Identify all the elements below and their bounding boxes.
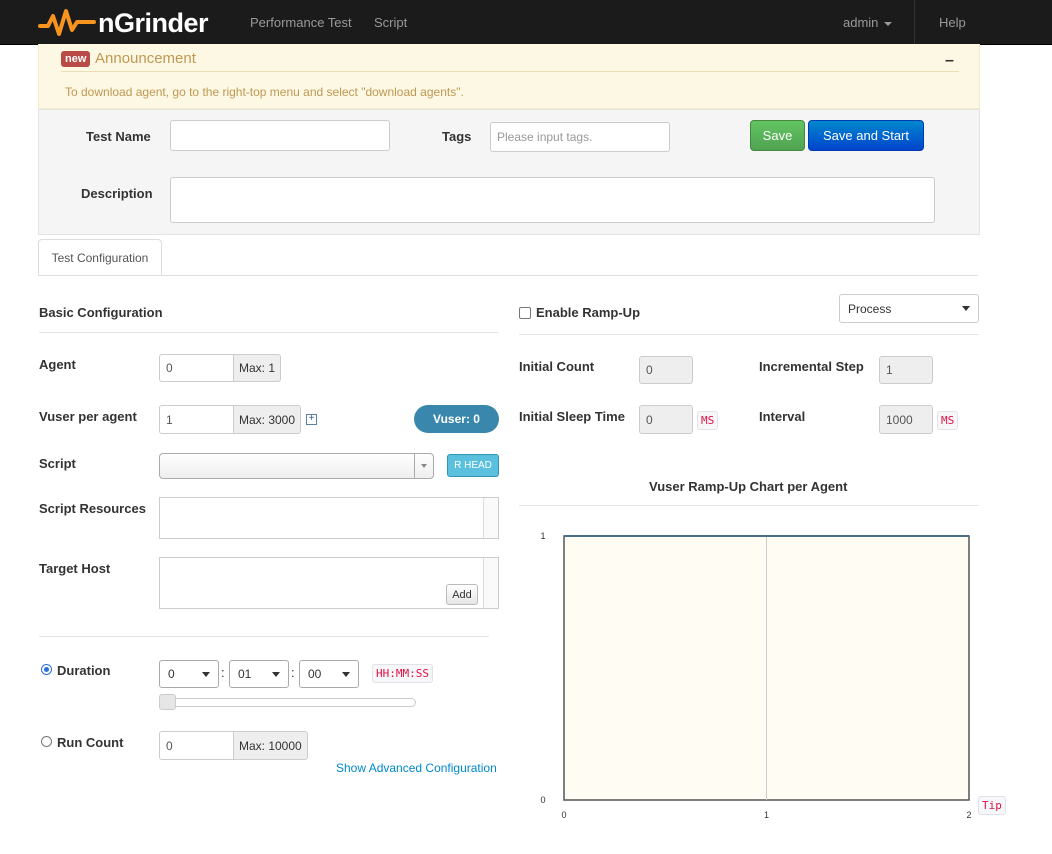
expand-plus-icon[interactable]: + [306, 414, 317, 425]
duration-format-hint: HH:MM:SS [372, 664, 433, 683]
test-name-input[interactable] [170, 120, 390, 151]
agent-label: Agent [39, 357, 76, 372]
show-advanced-configuration-link[interactable]: Show Advanced Configuration [336, 761, 497, 775]
nav-divider [914, 0, 915, 44]
enable-rampup-checkbox[interactable] [519, 307, 531, 319]
tip-link[interactable]: Tip [978, 796, 1006, 815]
test-name-label: Test Name [86, 129, 151, 144]
agent-input[interactable]: 0 [159, 354, 234, 382]
caret-down-icon [884, 21, 893, 26]
chart-x-tick-label: 0 [561, 810, 566, 820]
tags-label: Tags [442, 129, 472, 144]
chart-y-tick-label: 0 [540, 795, 545, 805]
chevron-down-icon [421, 464, 427, 468]
description-textarea[interactable] [170, 177, 935, 223]
announcement-divider [61, 71, 959, 72]
vuser-total-badge: Vuser: 0 [414, 405, 499, 433]
user-name: admin [843, 15, 879, 30]
agent-max-addon: Max: 1 [233, 354, 282, 382]
nav-help[interactable]: Help [939, 15, 966, 30]
run-count-label: Run Count [57, 735, 124, 750]
vuser-per-agent-input[interactable]: 1 [159, 405, 234, 434]
chart-title: Vuser Ramp-Up Chart per Agent [649, 479, 848, 494]
duration-minutes-value: 01 [238, 667, 252, 681]
incremental-step-label: Incremental Step [759, 359, 864, 374]
add-host-button[interactable]: Add [446, 584, 478, 605]
duration-hours-value: 0 [168, 667, 175, 681]
duration-radio[interactable] [41, 664, 52, 675]
duration-seconds-select[interactable]: 00 [299, 660, 359, 688]
tab-test-configuration[interactable]: Test Configuration [38, 239, 162, 276]
new-badge: new [61, 51, 91, 67]
run-count-radio[interactable] [41, 736, 52, 747]
target-host-label: Target Host [39, 561, 111, 576]
script-resources-list[interactable] [159, 497, 499, 539]
target-host-list[interactable]: Add [159, 557, 499, 609]
r-head-button[interactable]: R HEAD [447, 454, 499, 477]
enable-rampup-label: Enable Ramp-Up [536, 305, 641, 320]
duration-slider-track[interactable] [159, 698, 416, 707]
chevron-down-icon [962, 306, 970, 311]
tags-input[interactable]: Please input tags. [490, 122, 670, 152]
announcement-collapse-button[interactable]: – [945, 52, 954, 70]
nav-performance-test[interactable]: Performance Test [250, 15, 352, 30]
initial-count-input[interactable]: 0 [639, 356, 693, 384]
chart-x-tick-label: 1 [764, 810, 769, 820]
chart-title-divider [519, 505, 979, 506]
rampup-divider [519, 334, 979, 335]
chart-y-tick-label: 1 [540, 531, 545, 541]
scrollbar[interactable] [483, 558, 498, 608]
duration-slider-handle[interactable] [159, 694, 176, 710]
time-separator: : [221, 665, 225, 680]
script-select-arrow [414, 454, 433, 478]
test-header-panel: Test Name Tags Please input tags. Save S… [38, 109, 980, 235]
tags-placeholder: Please input tags. [497, 130, 593, 144]
brand-logo[interactable]: nGrinder [38, 6, 209, 40]
announcement-panel: new Announcement – To download agent, go… [38, 44, 980, 109]
rampup-chart: 0 1 2 0 1 [540, 531, 971, 820]
announcement-text: To download agent, go to the right-top m… [65, 85, 464, 99]
script-label: Script [39, 456, 76, 471]
rampup-type-select[interactable]: Process [839, 294, 979, 323]
save-and-start-button[interactable]: Save and Start [808, 120, 924, 151]
initial-count-label: Initial Count [519, 359, 595, 374]
interval-input[interactable]: 1000 [879, 405, 933, 434]
chart-x-tick-label: 2 [966, 810, 971, 820]
duration-label: Duration [57, 663, 111, 678]
scrollbar[interactable] [483, 498, 498, 538]
run-count-input[interactable]: 0 [159, 731, 234, 760]
interval-ms-unit: MS [937, 411, 959, 430]
announcement-title: Announcement [95, 50, 196, 67]
brand-name: nGrinder [98, 7, 209, 38]
interval-label: Interval [759, 409, 806, 424]
initial-sleep-time-input[interactable]: 0 [639, 405, 693, 434]
vuser-max-addon: Max: 3000 [233, 405, 302, 434]
initial-sleep-ms-unit: MS [697, 411, 719, 430]
save-button[interactable]: Save [750, 120, 805, 151]
time-separator: : [291, 665, 295, 680]
duration-seconds-value: 00 [308, 667, 322, 681]
run-count-max-addon: Max: 10000 [233, 731, 308, 760]
basic-config-divider [39, 332, 499, 333]
duration-minutes-select[interactable]: 01 [229, 660, 289, 688]
duration-divider [39, 636, 489, 637]
script-select[interactable] [159, 453, 434, 479]
script-resources-label: Script Resources [39, 501, 146, 516]
vuser-per-agent-label: Vuser per agent [39, 409, 137, 424]
chevron-down-icon [342, 671, 350, 677]
top-navbar: nGrinder Performance Test Script admin H… [0, 0, 1052, 45]
ngrinder-wave-icon [38, 9, 96, 36]
tab-divider [38, 275, 978, 276]
chevron-down-icon [272, 671, 280, 677]
chevron-down-icon [202, 671, 210, 677]
duration-hours-select[interactable]: 0 [159, 660, 219, 688]
nav-script[interactable]: Script [374, 15, 407, 30]
rampup-type-value: Process [848, 301, 892, 316]
description-label: Description [81, 186, 153, 201]
initial-sleep-time-label: Initial Sleep Time [519, 409, 625, 424]
user-menu[interactable]: admin [843, 15, 893, 30]
basic-configuration-title: Basic Configuration [39, 305, 163, 320]
incremental-step-input[interactable]: 1 [879, 356, 933, 384]
